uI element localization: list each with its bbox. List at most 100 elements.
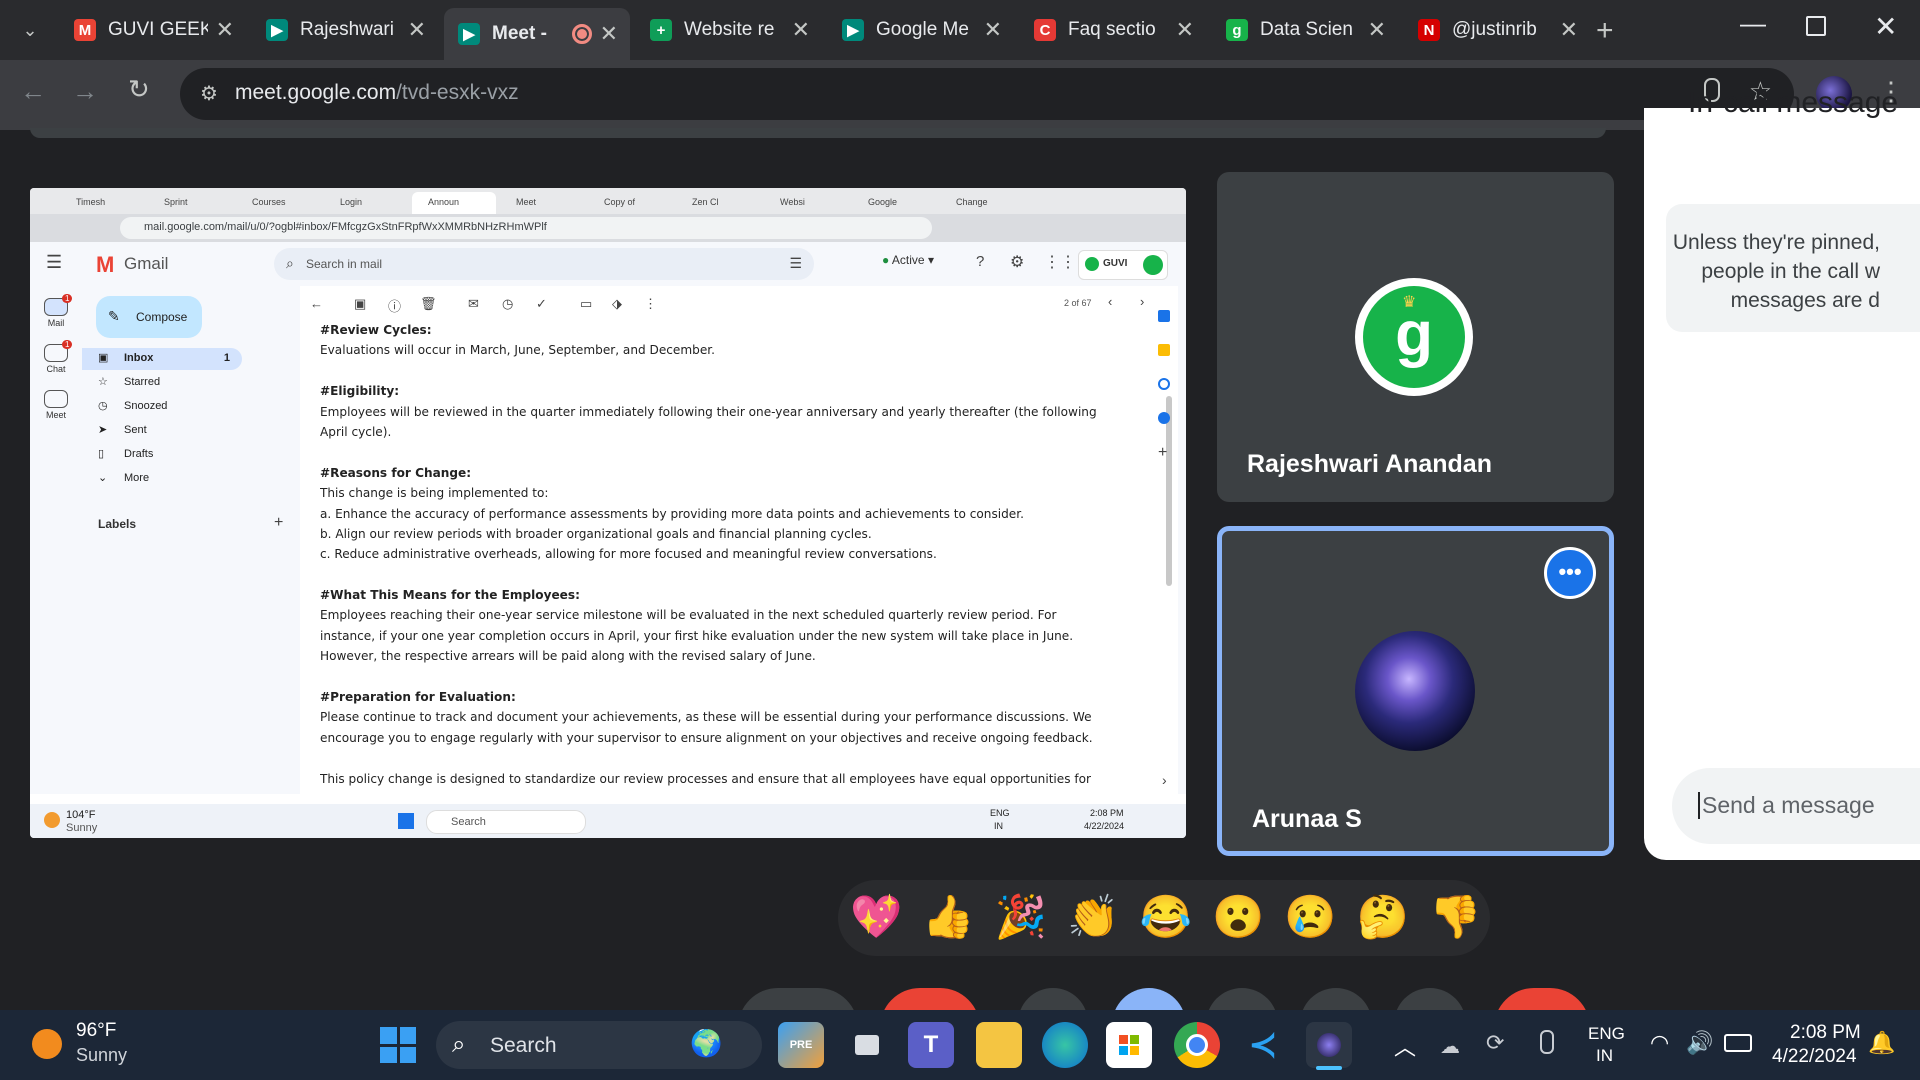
- back-icon[interactable]: ←: [20, 76, 46, 107]
- compose-button[interactable]: ✎ Compose: [96, 296, 202, 338]
- reaction-emoji-button[interactable]: 😂: [1140, 893, 1192, 942]
- move-to-icon[interactable]: ▭: [580, 296, 592, 312]
- minimize-button[interactable]: —: [1740, 8, 1766, 39]
- add-task-icon[interactable]: ✓: [536, 296, 547, 312]
- reaction-emoji-button[interactable]: 😮: [1212, 893, 1264, 942]
- reaction-emoji-button[interactable]: 👏: [1067, 893, 1119, 942]
- folder-item[interactable]: ▣ Inbox 1: [82, 348, 242, 370]
- inner-browser-tab[interactable]: Websi: [764, 192, 848, 214]
- battery-icon[interactable]: [1724, 1034, 1752, 1052]
- meet-app-icon[interactable]: [1306, 1022, 1352, 1068]
- more-options-button[interactable]: •••: [1544, 547, 1596, 599]
- taskbar-lang1[interactable]: ENG: [1588, 1024, 1625, 1044]
- browser-tab[interactable]: g Data Scien ✕: [1212, 8, 1398, 52]
- folder-item[interactable]: ☆ Starred: [82, 372, 242, 394]
- browser-tab[interactable]: ▶ Meet - ✕: [444, 8, 630, 60]
- teams-icon[interactable]: T: [908, 1022, 954, 1068]
- wifi-icon[interactable]: ◠: [1650, 1030, 1669, 1056]
- restore-button[interactable]: [1806, 16, 1826, 36]
- contacts-side-icon[interactable]: [1158, 412, 1170, 424]
- inner-browser-tab[interactable]: Meet: [500, 192, 584, 214]
- rail-item[interactable]: Meet: [36, 390, 76, 420]
- report-spam-icon[interactable]: ⓘ: [388, 296, 401, 315]
- inner-browser-tab[interactable]: Timesh: [60, 192, 144, 214]
- expand-panel-icon[interactable]: ›: [1162, 772, 1167, 788]
- inner-browser-tab[interactable]: Zen Cl: [676, 192, 760, 214]
- reaction-emoji-button[interactable]: 👎: [1429, 893, 1481, 942]
- reload-icon[interactable]: ↻: [128, 74, 150, 105]
- browser-tab[interactable]: ▶ Google Me ✕: [828, 8, 1014, 52]
- volume-icon[interactable]: 🔊: [1686, 1030, 1713, 1056]
- add-addon-icon[interactable]: +: [1158, 444, 1167, 462]
- folder-item[interactable]: ⌄ More: [82, 468, 242, 490]
- calendar-side-icon[interactable]: [1158, 310, 1170, 322]
- inner-browser-tab[interactable]: Courses: [236, 192, 320, 214]
- task-view-icon[interactable]: [844, 1022, 890, 1068]
- browser-tab[interactable]: + Website re ✕: [636, 8, 822, 52]
- email-scrollbar[interactable]: [1166, 396, 1172, 586]
- folder-item[interactable]: ➤ Sent: [82, 420, 242, 442]
- folder-item[interactable]: ◷ Snoozed: [82, 396, 242, 418]
- browser-tab[interactable]: M GUVI GEEK ✕: [60, 8, 246, 52]
- address-bar[interactable]: ⚙ meet.google.com/tvd-esxk-vxz ☆: [180, 68, 1794, 120]
- close-tab-icon[interactable]: ✕: [216, 17, 234, 43]
- apps-grid-icon[interactable]: ⋮⋮: [1044, 252, 1076, 272]
- mark-unread-icon[interactable]: ✉: [468, 296, 479, 312]
- edge-icon[interactable]: [1042, 1022, 1088, 1068]
- weather-icon[interactable]: [32, 1029, 62, 1059]
- status-chip[interactable]: ● Active ▾: [882, 253, 934, 267]
- close-tab-icon[interactable]: ✕: [792, 17, 810, 43]
- inner-browser-tab[interactable]: Change: [940, 192, 1024, 214]
- tasks-side-icon[interactable]: [1158, 378, 1170, 390]
- participant-tile-speaking[interactable]: ••• Arunaa S: [1217, 526, 1614, 856]
- reaction-emoji-button[interactable]: 🎉: [995, 893, 1047, 942]
- close-tab-icon[interactable]: ✕: [408, 17, 426, 43]
- browser-tab[interactable]: ▶ Rajeshwari ✕: [252, 8, 438, 52]
- account-chip[interactable]: GUVI: [1078, 250, 1168, 280]
- copilot-icon[interactable]: PRE: [778, 1022, 824, 1068]
- help-icon[interactable]: ?: [976, 253, 984, 270]
- rail-item[interactable]: 1 Chat: [36, 340, 76, 374]
- close-tab-icon[interactable]: ✕: [1560, 17, 1578, 43]
- browser-tab[interactable]: N @justinrib ✕: [1404, 8, 1590, 52]
- taskbar-time[interactable]: 2:08 PM: [1790, 1022, 1861, 1044]
- close-tab-icon[interactable]: ✕: [600, 21, 618, 47]
- inner-browser-tab[interactable]: Google: [852, 192, 936, 214]
- chrome-icon[interactable]: [1174, 1022, 1220, 1068]
- site-info-icon[interactable]: ⚙: [200, 81, 218, 106]
- back-to-inbox-icon[interactable]: ←: [310, 296, 323, 311]
- reaction-emoji-button[interactable]: 🤔: [1357, 893, 1409, 942]
- sync-icon[interactable]: ⟳: [1486, 1030, 1504, 1056]
- reaction-emoji-button[interactable]: 💖: [850, 893, 902, 942]
- forward-icon[interactable]: →: [72, 76, 98, 107]
- older-icon[interactable]: ›: [1140, 294, 1144, 309]
- folder-item[interactable]: ▯ Drafts: [82, 444, 242, 466]
- close-tab-icon[interactable]: ✕: [1176, 17, 1194, 43]
- close-window-button[interactable]: ✕: [1874, 10, 1897, 43]
- participant-tile[interactable]: g ♛ Rajeshwari Anandan: [1217, 172, 1614, 502]
- reaction-emoji-button[interactable]: 😢: [1284, 893, 1336, 942]
- mail-search-box[interactable]: ⌕ Search in mail ☰: [274, 248, 814, 280]
- inner-browser-tab[interactable]: Copy of: [588, 192, 672, 214]
- tab-search-button[interactable]: ⌄: [14, 14, 46, 46]
- more-actions-icon[interactable]: ⋮: [644, 296, 657, 312]
- inner-browser-tab[interactable]: Sprint: [148, 192, 232, 214]
- taskbar-search-box[interactable]: ⌕ Search 🌍: [436, 1021, 762, 1069]
- label-icon[interactable]: ⬗: [612, 296, 622, 312]
- close-tab-icon[interactable]: ✕: [1368, 17, 1386, 43]
- reaction-emoji-button[interactable]: 👍: [922, 893, 974, 942]
- archive-icon[interactable]: ▣: [354, 296, 366, 312]
- add-label-icon[interactable]: +: [274, 514, 283, 532]
- snooze-icon[interactable]: ◷: [502, 296, 513, 312]
- onedrive-icon[interactable]: ☁: [1440, 1034, 1460, 1059]
- show-hidden-icons[interactable]: ︿: [1394, 1030, 1416, 1062]
- start-windows-icon[interactable]: [380, 1027, 416, 1063]
- chat-input[interactable]: Send a message: [1672, 768, 1920, 844]
- inner-search-box[interactable]: Search: [426, 810, 586, 834]
- hamburger-icon[interactable]: ☰: [46, 252, 62, 273]
- inner-start-icon[interactable]: [398, 813, 414, 829]
- new-tab-button[interactable]: +: [1596, 14, 1614, 48]
- search-options-icon[interactable]: ☰: [789, 255, 802, 272]
- delete-icon[interactable]: 🗑: [420, 296, 437, 312]
- notification-bell-icon[interactable]: 🔔: [1868, 1030, 1895, 1056]
